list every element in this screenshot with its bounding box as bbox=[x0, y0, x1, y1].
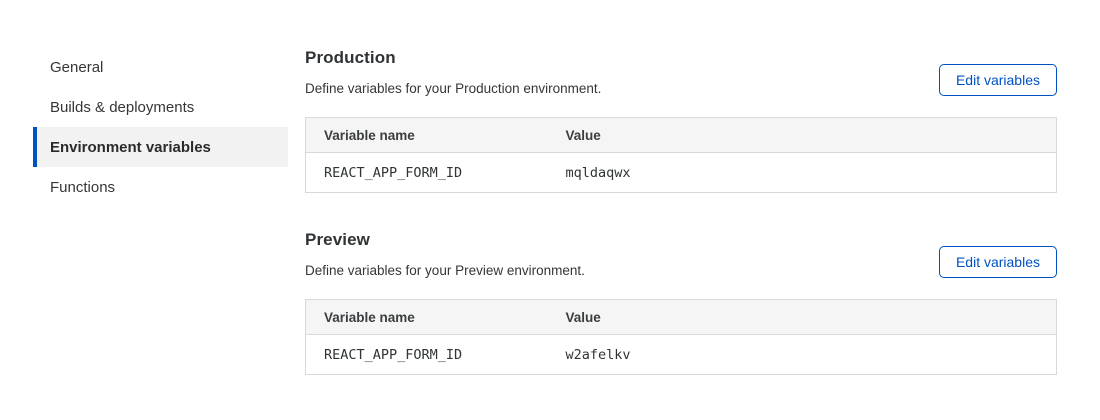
variable-name-cell: REACT_APP_FORM_ID bbox=[306, 335, 548, 375]
settings-sidebar: General Builds & deployments Environment… bbox=[33, 47, 288, 207]
variable-value-cell: mqldaqwx bbox=[548, 153, 1057, 193]
preview-variables-table: Variable name Value REACT_APP_FORM_ID w2… bbox=[305, 299, 1057, 375]
production-section: Production Define variables for your Pro… bbox=[305, 47, 1057, 193]
preview-section: Preview Define variables for your Previe… bbox=[305, 229, 1057, 375]
column-header-value: Value bbox=[548, 118, 1057, 153]
sidebar-item-label: Functions bbox=[50, 179, 115, 196]
production-variables-table: Variable name Value REACT_APP_FORM_ID mq… bbox=[305, 117, 1057, 193]
sidebar-item-environment-variables[interactable]: Environment variables bbox=[33, 127, 288, 167]
edit-variables-button[interactable]: Edit variables bbox=[939, 246, 1057, 278]
table-header-row: Variable name Value bbox=[306, 118, 1057, 153]
table-row: REACT_APP_FORM_ID w2afelkv bbox=[306, 335, 1057, 375]
column-header-value: Value bbox=[548, 300, 1057, 335]
column-header-variable-name: Variable name bbox=[306, 118, 548, 153]
sidebar-item-functions[interactable]: Functions bbox=[33, 167, 288, 207]
environment-variables-panel: Production Define variables for your Pro… bbox=[305, 47, 1057, 375]
column-header-variable-name: Variable name bbox=[306, 300, 548, 335]
sidebar-item-label: Builds & deployments bbox=[50, 99, 194, 116]
sidebar-item-builds-deployments[interactable]: Builds & deployments bbox=[33, 87, 288, 127]
sidebar-item-general[interactable]: General bbox=[33, 47, 288, 87]
edit-variables-button[interactable]: Edit variables bbox=[939, 64, 1057, 96]
sidebar-item-label: Environment variables bbox=[50, 139, 211, 156]
variable-value-cell: w2afelkv bbox=[548, 335, 1057, 375]
table-header-row: Variable name Value bbox=[306, 300, 1057, 335]
table-row: REACT_APP_FORM_ID mqldaqwx bbox=[306, 153, 1057, 193]
variable-name-cell: REACT_APP_FORM_ID bbox=[306, 153, 548, 193]
sidebar-item-label: General bbox=[50, 59, 103, 76]
